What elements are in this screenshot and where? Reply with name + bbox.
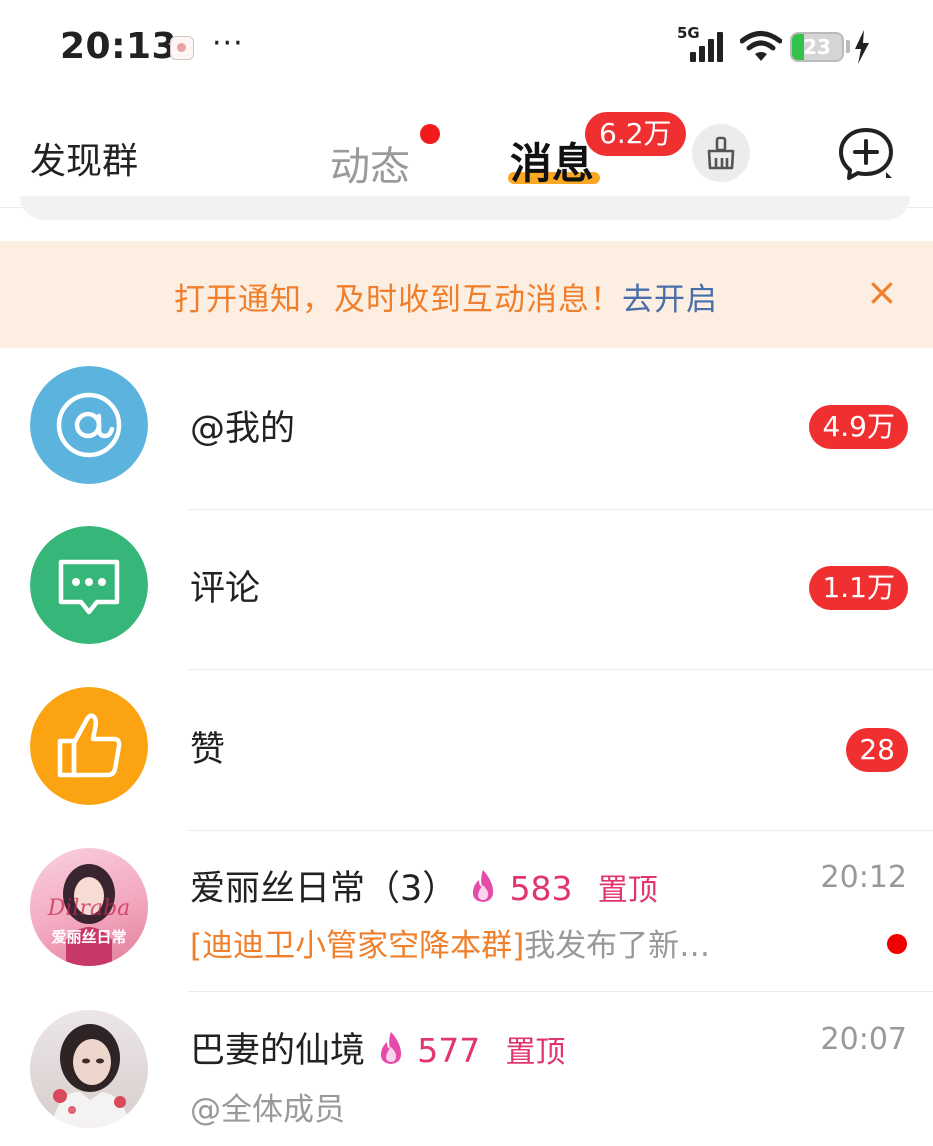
group-chat-item[interactable]: 巴妻的仙境 577 置顶 20:07 @全体成员 — [0, 992, 933, 1146]
preview-highlight: [迪迪卫小管家空降本群] — [190, 928, 525, 964]
likes-label: 赞 — [190, 730, 226, 770]
list-item-comments[interactable]: 评论 1.1万 — [0, 508, 933, 670]
message-time: 20:07 — [820, 1022, 907, 1057]
group-title-line: 爱丽丝日常（3） 583 置顶 — [190, 860, 658, 911]
app-notification-icon — [170, 36, 194, 60]
tab-feed[interactable]: 动态 — [330, 134, 410, 192]
message-time: 20:12 — [820, 860, 907, 895]
feed-unread-dot — [420, 124, 440, 144]
message-preview: @全体成员 — [190, 1092, 345, 1128]
group-avatar — [30, 1010, 148, 1128]
mentions-label: @我的 — [190, 409, 296, 449]
battery-tip — [846, 40, 850, 53]
signal-icon — [690, 32, 730, 62]
add-chat-icon[interactable] — [836, 126, 896, 182]
search-bar[interactable] — [20, 196, 910, 220]
group-name: 巴妻的仙境 — [190, 1031, 366, 1071]
battery-level: 23 — [803, 35, 831, 59]
fire-icon — [381, 1032, 402, 1064]
group-heat-score: 583 — [509, 869, 573, 908]
group-title-line: 巴妻的仙境 577 置顶 — [190, 1022, 565, 1073]
close-banner-icon[interactable]: × — [866, 273, 898, 311]
at-icon — [30, 366, 148, 484]
fire-icon — [473, 870, 494, 902]
status-time: 20:13 — [60, 26, 178, 67]
comments-avatar — [30, 526, 148, 644]
group-name: 爱丽丝日常（3） — [190, 869, 458, 909]
wifi-icon — [740, 31, 782, 61]
unread-dot — [887, 934, 907, 954]
avatar-script-text: Dilraba — [47, 896, 131, 921]
preview-text: 我发布了新… — [524, 928, 711, 964]
mentions-avatar — [30, 366, 148, 484]
more-notifications-icon: ··· — [212, 26, 244, 61]
group-avatar-portrait — [50, 1024, 130, 1128]
top-nav: 发现群 动态 消息 6.2万 — [0, 96, 933, 208]
pinned-label: 置顶 — [505, 1035, 566, 1070]
group-chat-item[interactable]: Dilraba 爱丽丝日常 爱丽丝日常（3） 583 置顶 20:12 [迪迪卫… — [0, 830, 933, 992]
discover-groups-button[interactable]: 发现群 — [30, 132, 138, 184]
pinned-label: 置顶 — [597, 873, 658, 908]
notice-text: 打开通知，及时收到互动消息！去开启 — [174, 274, 718, 319]
comment-icon — [30, 526, 148, 644]
battery-icon: 23 — [790, 32, 844, 62]
notification-permission-banner: 打开通知，及时收到互动消息！去开启 × — [0, 241, 933, 348]
enable-notifications-link[interactable]: 去开启 — [622, 282, 718, 318]
comments-label: 评论 — [190, 569, 261, 609]
group-heat-score: 577 — [417, 1031, 481, 1070]
group-avatar: Dilraba 爱丽丝日常 — [30, 848, 148, 966]
avatar-caption: 爱丽丝日常 — [51, 928, 127, 946]
thumbs-up-icon — [30, 687, 148, 805]
charging-icon — [855, 30, 869, 64]
status-bar: 20:13 ··· 5G 23 — [0, 0, 933, 96]
list-item-likes[interactable]: 赞 28 — [0, 669, 933, 831]
likes-avatar — [30, 687, 148, 805]
clear-unread-button[interactable] — [692, 124, 750, 182]
notice-message: 打开通知，及时收到互动消息！ — [174, 282, 622, 318]
message-preview: [迪迪卫小管家空降本群]我发布了新… — [190, 920, 790, 965]
mentions-count-badge: 4.9万 — [809, 405, 908, 449]
comments-count-badge: 1.1万 — [809, 566, 908, 610]
list-item-mentions[interactable]: @我的 4.9万 — [0, 348, 933, 510]
likes-count-badge: 28 — [846, 728, 908, 772]
tab-messages[interactable]: 消息 — [510, 130, 594, 191]
broom-icon — [707, 136, 735, 170]
messages-count-badge: 6.2万 — [585, 112, 686, 156]
